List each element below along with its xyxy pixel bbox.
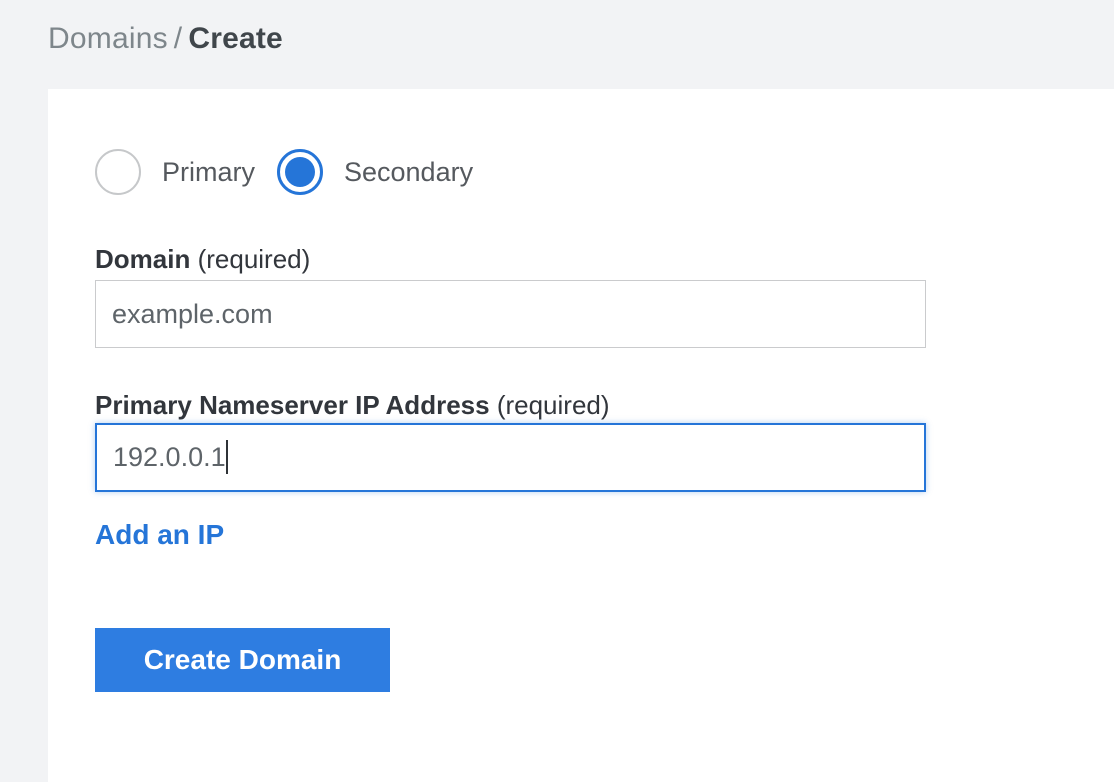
domain-input[interactable] <box>95 280 926 348</box>
breadcrumb-separator: / <box>168 22 189 55</box>
domain-required-note: (required) <box>198 244 311 274</box>
create-domain-button[interactable]: Create Domain <box>95 628 390 692</box>
domain-field-label: Domain (required) <box>95 246 1114 273</box>
radio-option-primary[interactable]: Primary <box>95 149 255 195</box>
page-header: Domains/Create <box>0 0 1114 89</box>
ip-field-label: Primary Nameserver IP Address (required) <box>95 392 1114 419</box>
add-ip-link[interactable]: Add an IP <box>95 518 224 551</box>
radio-selected-dot <box>285 157 315 187</box>
radio-secondary-label[interactable]: Secondary <box>344 157 473 188</box>
ip-required-note: (required) <box>497 390 610 420</box>
radio-primary-label[interactable]: Primary <box>162 157 255 188</box>
ip-label-text: Primary Nameserver IP Address <box>95 390 490 420</box>
domain-label-text: Domain <box>95 244 190 274</box>
ip-input-wrapper <box>95 423 926 492</box>
create-domain-card: Primary Secondary Domain (required) Prim… <box>48 89 1114 782</box>
text-cursor <box>226 440 228 474</box>
page: { "colors": { "background": "#f2f3f5", "… <box>0 0 1114 782</box>
domain-type-radio-group: Primary Secondary <box>95 149 1114 195</box>
radio-secondary-control[interactable] <box>277 149 323 195</box>
ip-input[interactable] <box>95 423 926 492</box>
radio-primary-control[interactable] <box>95 149 141 195</box>
radio-option-secondary[interactable]: Secondary <box>277 149 473 195</box>
breadcrumb: Domains/Create <box>48 21 1114 57</box>
breadcrumb-current-create: Create <box>188 22 283 55</box>
breadcrumb-domains-link[interactable]: Domains <box>48 22 168 55</box>
